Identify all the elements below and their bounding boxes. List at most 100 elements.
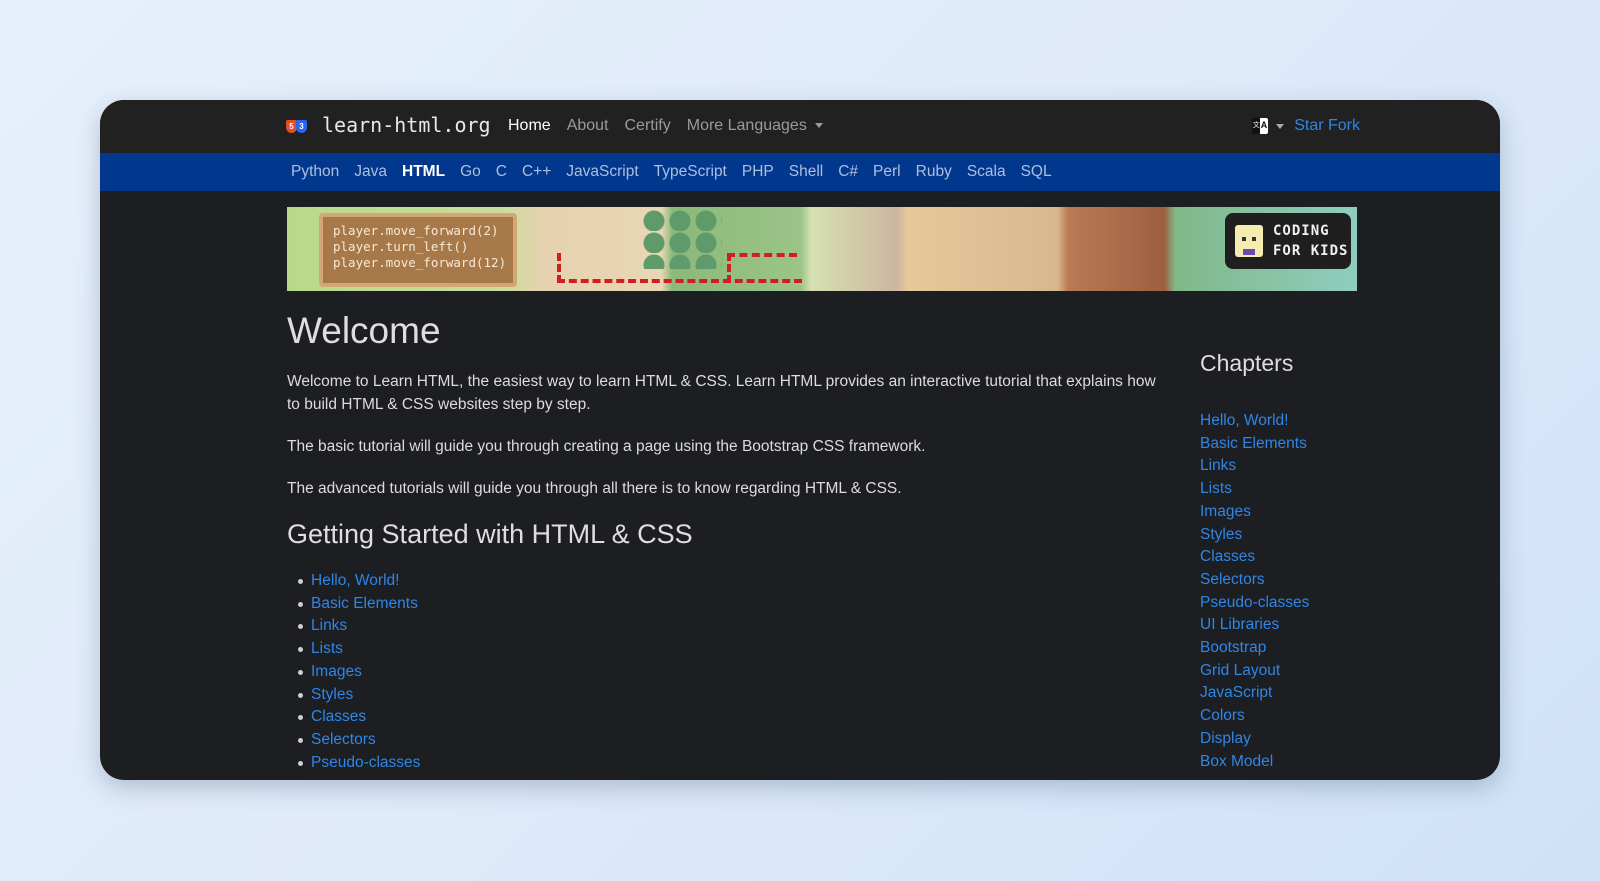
code-line: player.move_forward(12) <box>333 255 507 270</box>
nav-right: Star Fork <box>1252 117 1360 135</box>
list-item: Box Model <box>1200 751 1400 774</box>
list-item: Lists <box>298 638 1167 661</box>
list-item: Lists <box>1200 478 1400 501</box>
chapter-link[interactable]: UI Libraries <box>1200 616 1279 633</box>
toc-link[interactable]: Lists <box>311 640 343 657</box>
list-item: Grid Layout <box>1200 660 1400 683</box>
advanced-tutorial-paragraph: The advanced tutorials will guide you th… <box>287 480 902 497</box>
intro-paragraph: Welcome to Learn HTML, the easiest way t… <box>287 373 1156 413</box>
top-navbar: 53 learn-html.org Home About Certify Mor… <box>100 100 1500 155</box>
list-item: Pseudo-classes <box>298 752 1167 775</box>
lang-perl[interactable]: Perl <box>873 163 901 181</box>
list-item: Hello, World! <box>298 570 1167 593</box>
list-item: Classes <box>298 706 1167 729</box>
list-item: Basic Elements <box>1200 433 1400 456</box>
lang-javascript[interactable]: JavaScript <box>566 163 638 181</box>
chapter-link[interactable]: Lists <box>1200 480 1232 497</box>
lang-go[interactable]: Go <box>460 163 481 181</box>
lang-python[interactable]: Python <box>291 163 339 181</box>
nav-more-languages[interactable]: More Languages <box>687 117 823 135</box>
language-links: Python Java HTML Go C C++ JavaScript Typ… <box>291 163 1052 181</box>
lang-typescript[interactable]: TypeScript <box>654 163 727 181</box>
chapters-heading: Chapters <box>1200 350 1294 376</box>
chapter-link[interactable]: Box Model <box>1200 753 1273 770</box>
lang-ruby[interactable]: Ruby <box>916 163 952 181</box>
lang-html[interactable]: HTML <box>402 163 445 181</box>
star-fork-link[interactable]: Star Fork <box>1294 117 1360 135</box>
list-item: JavaScript <box>1200 682 1400 705</box>
list-item: Bootstrap <box>1200 637 1400 660</box>
list-item: Selectors <box>1200 569 1400 592</box>
brand-link[interactable]: 53 learn-html.org <box>286 113 491 137</box>
chapter-link[interactable]: Pseudo-classes <box>1200 594 1309 611</box>
toc-link[interactable]: Selectors <box>311 731 376 748</box>
lang-scala[interactable]: Scala <box>967 163 1006 181</box>
chapter-link[interactable]: Selectors <box>1200 571 1265 588</box>
list-item: Display <box>1200 728 1400 751</box>
nav-home[interactable]: Home <box>508 117 551 135</box>
chapter-link[interactable]: Hello, World! <box>1200 412 1288 429</box>
toc-link[interactable]: Hello, World! <box>311 572 399 589</box>
chevron-down-icon <box>814 123 823 129</box>
lang-shell[interactable]: Shell <box>789 163 823 181</box>
chapter-link[interactable]: JavaScript <box>1200 684 1272 701</box>
toc-link[interactable]: Styles <box>311 686 353 703</box>
lang-sql[interactable]: SQL <box>1021 163 1052 181</box>
list-item: Pseudo-classes <box>1200 592 1400 615</box>
chapters-sidebar: Chapters Hello, World! Basic Elements Li… <box>1200 350 1400 773</box>
chapters-list: Hello, World! Basic Elements Links Lists… <box>1200 410 1400 773</box>
main-nav: Home About Certify More Languages <box>508 117 823 135</box>
nav-about[interactable]: About <box>567 117 609 135</box>
chapter-link[interactable]: Bootstrap <box>1200 639 1266 656</box>
list-item: Classes <box>1200 546 1400 569</box>
lang-php[interactable]: PHP <box>742 163 774 181</box>
chapter-link[interactable]: Display <box>1200 730 1251 747</box>
chapter-link[interactable]: Links <box>1200 457 1236 474</box>
list-item: Selectors <box>298 729 1167 752</box>
list-item: Hello, World! <box>1200 410 1400 433</box>
cat-mascot-icon <box>1235 225 1263 257</box>
chapter-link[interactable]: Styles <box>1200 526 1242 543</box>
toc-link[interactable]: Pseudo-classes <box>311 754 420 771</box>
code-line: player.move_forward(2) <box>333 223 499 238</box>
list-item: Images <box>298 661 1167 684</box>
lang-cpp[interactable]: C++ <box>522 163 551 181</box>
coding-for-kids-badge: CODING FOR KIDS <box>1225 213 1351 269</box>
list-item: Styles <box>1200 524 1400 547</box>
list-item: Links <box>1200 455 1400 478</box>
main-content: Welcome Welcome to Learn HTML, the easie… <box>287 310 1167 774</box>
list-item: Links <box>298 615 1167 638</box>
badge-line-1: CODING <box>1273 223 1330 239</box>
more-languages-label: More Languages <box>686 117 807 134</box>
list-item: UI Libraries <box>1200 614 1400 637</box>
chapter-link[interactable]: Classes <box>1200 548 1255 565</box>
getting-started-list: Hello, World! Basic Elements Links Lists… <box>287 570 1167 774</box>
list-item: Basic Elements <box>298 593 1167 616</box>
code-line: player.turn_left() <box>333 239 469 254</box>
chevron-down-icon[interactable] <box>1276 123 1285 129</box>
coding-for-kids-banner[interactable]: player.move_forward(2) player.turn_left(… <box>287 207 1357 291</box>
list-item: Styles <box>298 684 1167 707</box>
chapter-link[interactable]: Images <box>1200 503 1251 520</box>
html5-css3-logo-icon: 53 <box>286 120 308 134</box>
code-sign: player.move_forward(2) player.turn_left(… <box>319 213 517 287</box>
basic-tutorial-paragraph: The basic tutorial will guide you throug… <box>287 438 926 455</box>
lang-csharp[interactable]: C# <box>838 163 858 181</box>
chapter-link[interactable]: Grid Layout <box>1200 662 1280 679</box>
nav-certify[interactable]: Certify <box>625 117 671 135</box>
page-title: Welcome <box>287 310 441 351</box>
browser-window: 53 learn-html.org Home About Certify Mor… <box>100 100 1500 780</box>
toc-link[interactable]: Links <box>311 617 347 634</box>
translate-icon[interactable] <box>1252 118 1269 134</box>
chapter-link[interactable]: Basic Elements <box>1200 435 1307 452</box>
path-arrow-decoration <box>727 253 797 283</box>
lang-java[interactable]: Java <box>354 163 387 181</box>
toc-link[interactable]: Classes <box>311 708 366 725</box>
toc-link[interactable]: Basic Elements <box>311 595 418 612</box>
getting-started-heading: Getting Started with HTML & CSS <box>287 519 693 549</box>
brand-name: learn-html.org <box>322 113 491 137</box>
chapter-link[interactable]: Colors <box>1200 707 1245 724</box>
lang-c[interactable]: C <box>496 163 507 181</box>
toc-link[interactable]: Images <box>311 663 362 680</box>
list-item: Images <box>1200 501 1400 524</box>
